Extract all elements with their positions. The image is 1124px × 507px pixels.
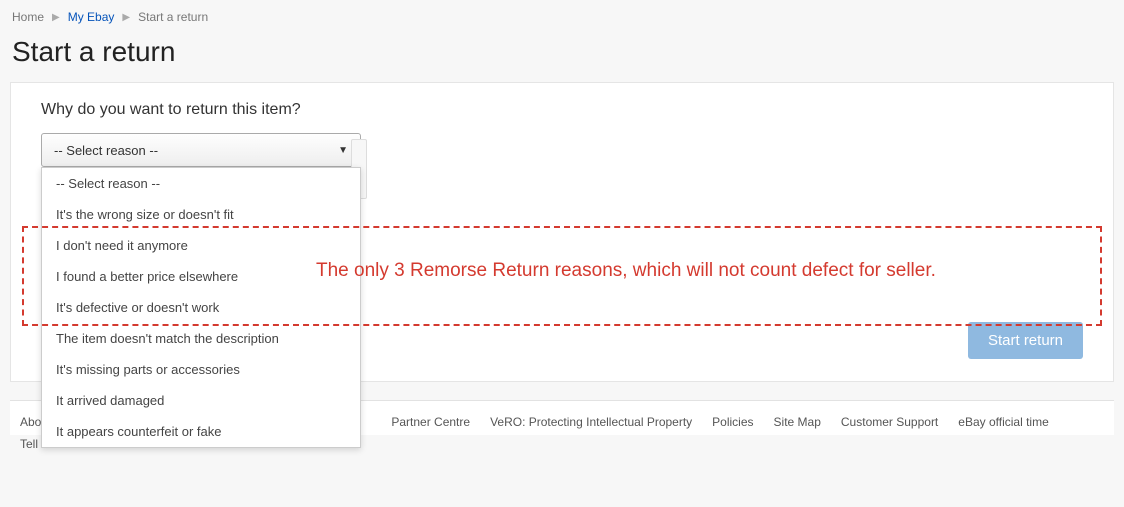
reason-option[interactable]: It arrived damaged [42,385,360,416]
select-current-value: -- Select reason -- [54,143,158,158]
return-reason-dropdown: -- Select reason -- It's the wrong size … [41,167,361,448]
reason-option[interactable]: It's defective or doesn't work [42,292,360,323]
reason-option[interactable]: It appears counterfeit or fake [42,416,360,447]
footer-link[interactable]: eBay official time [958,415,1049,429]
chevron-right-icon: ▶ [122,12,130,23]
footer-link[interactable]: Customer Support [841,415,938,429]
return-reason-question: Why do you want to return this item? [41,101,1083,119]
reason-option[interactable]: I found a better price elsewhere [42,261,360,292]
return-form-card: Why do you want to return this item? -- … [10,82,1114,382]
reason-option[interactable]: I don't need it anymore [42,230,360,261]
breadcrumb-current: Start a return [138,10,208,24]
footer-link[interactable]: VeRO: Protecting Intellectual Property [490,415,692,429]
footer-link[interactable]: Site Map [774,415,821,429]
breadcrumb: Home ▶ My Ebay ▶ Start a return [10,8,1114,30]
start-return-button[interactable]: Start return [968,322,1083,359]
footer-link[interactable]: Policies [712,415,753,429]
page-title: Start a return [12,36,1114,68]
footer-link[interactable]: Partner Centre [391,415,470,429]
caret-down-icon: ▼ [338,145,348,156]
reason-option[interactable]: It's the wrong size or doesn't fit [42,199,360,230]
reason-option[interactable]: -- Select reason -- [42,168,360,199]
breadcrumb-home[interactable]: Home [12,10,44,24]
chevron-right-icon: ▶ [52,12,60,23]
reason-option[interactable]: The item doesn't match the description [42,323,360,354]
return-reason-select[interactable]: -- Select reason -- ▼ [41,133,361,167]
reason-option[interactable]: It's missing parts or accessories [42,354,360,385]
breadcrumb-my-ebay[interactable]: My Ebay [68,10,115,24]
